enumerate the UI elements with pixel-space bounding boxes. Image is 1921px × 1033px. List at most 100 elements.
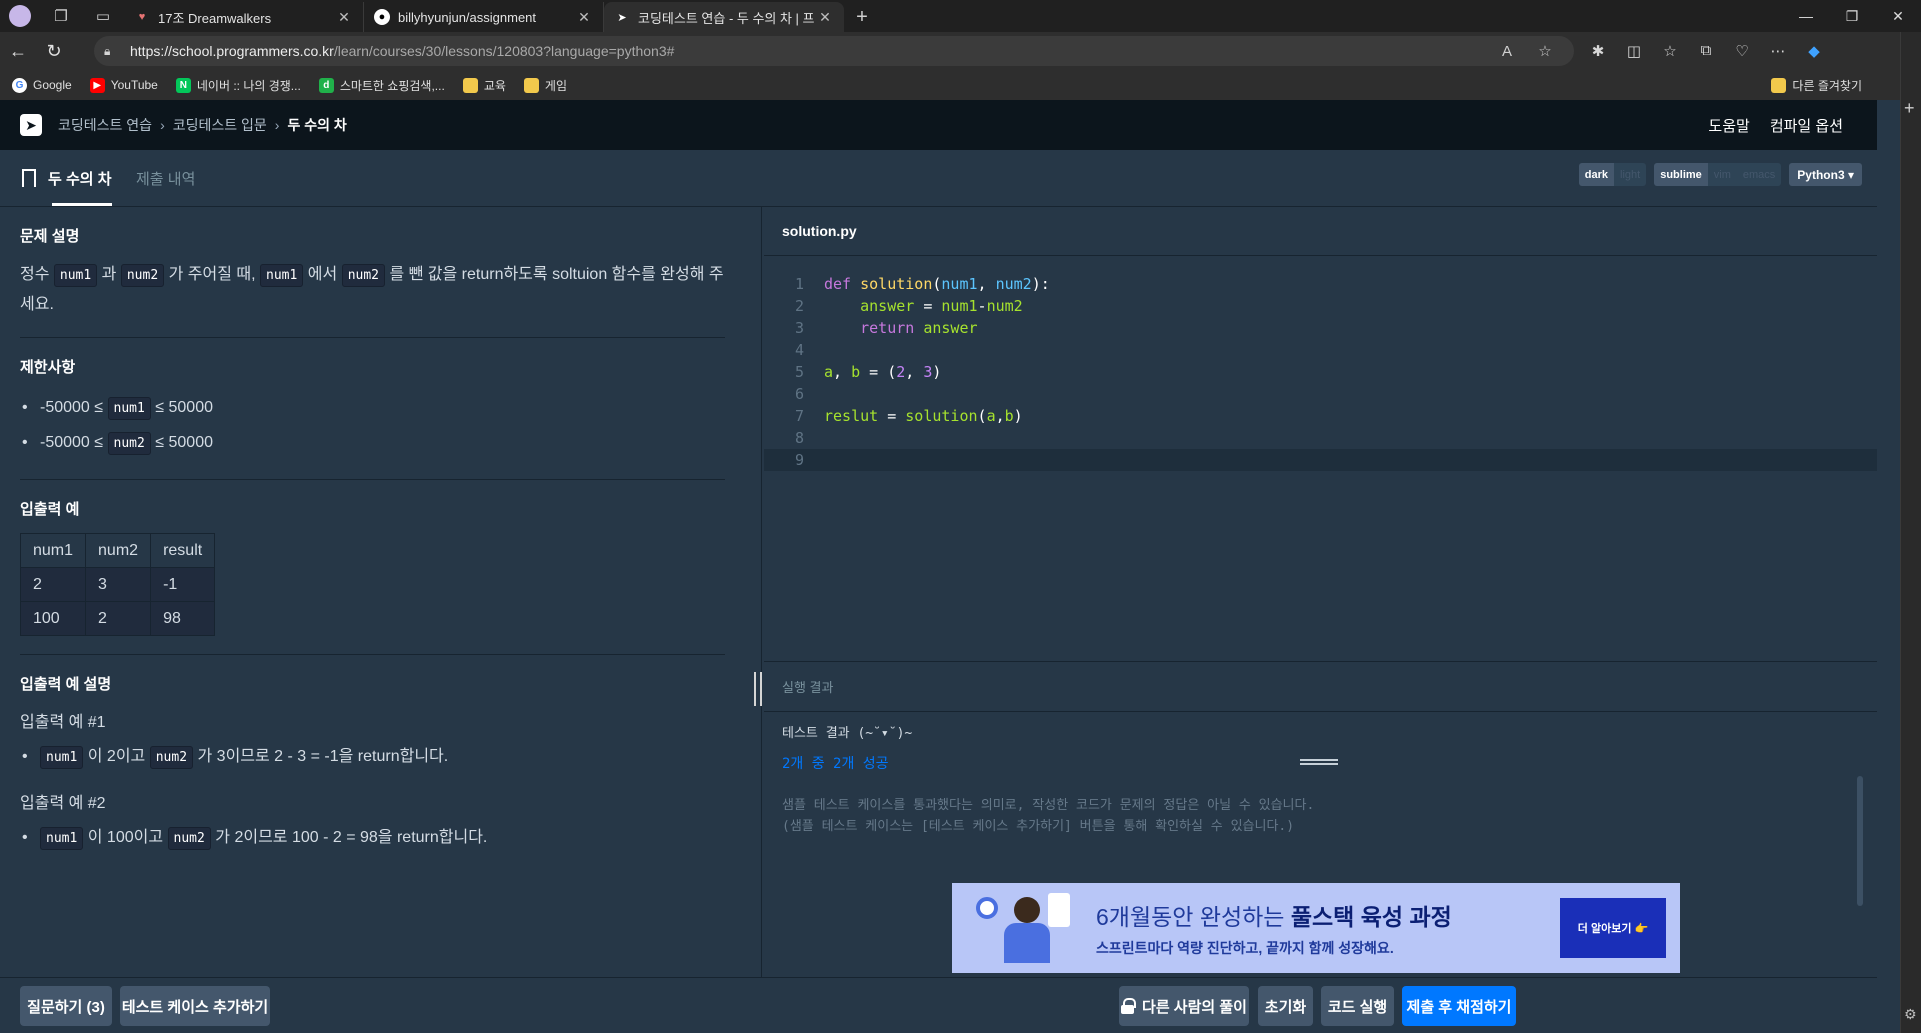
url-text[interactable]: https://school.programmers.co.kr/learn/c… bbox=[130, 43, 1488, 59]
bookmark-danawa[interactable]: d 스마트한 쇼핑검색,... bbox=[318, 77, 445, 94]
code-line[interactable]: 8 bbox=[764, 427, 1877, 449]
url-host: https://school.programmers.co.kr bbox=[130, 43, 334, 59]
programmers-logo[interactable]: ➤ bbox=[20, 114, 42, 136]
window-controls: — ❐ ✕ bbox=[1783, 0, 1921, 32]
theme-dark-button[interactable]: dark bbox=[1578, 163, 1615, 186]
refresh-icon[interactable]: ↻ bbox=[36, 36, 72, 66]
language-select[interactable]: Python3 ▾ bbox=[1789, 163, 1862, 186]
bookmark-youtube[interactable]: ▶ YouTube bbox=[89, 77, 158, 93]
ad-banner[interactable]: 6개월동안 완성하는 풀스택 육성 과정 스프린트마다 역량 진단하고, 끝까지… bbox=[952, 883, 1680, 973]
theme-light-button[interactable]: light bbox=[1614, 163, 1647, 186]
others-solutions-button[interactable]: 다른 사람의 풀이 bbox=[1119, 986, 1249, 1026]
restore-icon[interactable]: ❐ bbox=[1829, 0, 1875, 32]
read-aloud-icon[interactable]: A bbox=[1488, 43, 1526, 60]
close-icon[interactable]: ✕ bbox=[816, 9, 834, 26]
tab-label: 두 수의 차 bbox=[48, 170, 112, 188]
browser-essentials-icon[interactable]: ♡ bbox=[1724, 42, 1760, 60]
lock-icon[interactable]: 🔒︎ bbox=[104, 44, 122, 59]
tab-actions-icon[interactable]: ▭ bbox=[82, 0, 124, 32]
bookmark-folder-education[interactable]: 교육 bbox=[462, 77, 506, 94]
browser-tab-1[interactable]: ♥ 17조 Dreamwalkers ✕ bbox=[124, 2, 364, 32]
settings-gear-icon[interactable]: ⚙ bbox=[1904, 1006, 1917, 1023]
ask-question-button[interactable]: 질문하기 (3) bbox=[20, 986, 112, 1026]
code-editor[interactable]: 1 def solution(num1, num2): 2 answer = nu… bbox=[764, 257, 1877, 657]
inline-code: num2 bbox=[107, 432, 151, 455]
copilot-icon[interactable]: ◆ bbox=[1796, 42, 1832, 60]
tab-submissions[interactable]: 제출 내역 bbox=[136, 150, 195, 206]
line-number: 5 bbox=[794, 363, 804, 381]
bookmark-label: YouTube bbox=[110, 78, 158, 92]
bookmark-folder-game[interactable]: 게임 bbox=[523, 77, 567, 94]
minimize-icon[interactable]: — bbox=[1783, 0, 1829, 32]
run-code-button[interactable]: 코드 실행 bbox=[1321, 986, 1394, 1026]
add-sidebar-icon[interactable]: + bbox=[1904, 98, 1915, 119]
keymap-sublime-button[interactable]: sublime bbox=[1654, 163, 1708, 186]
youtube-icon: ▶ bbox=[89, 77, 105, 93]
bookmark-icon[interactable] bbox=[22, 169, 36, 187]
more-icon[interactable]: ⋯ bbox=[1760, 42, 1796, 60]
favorite-star-icon[interactable]: ☆ bbox=[1526, 42, 1564, 60]
bookmark-label: 게임 bbox=[544, 78, 567, 93]
text: 가 2이므로 100 - 2 = 98을 return합니다. bbox=[215, 829, 488, 846]
split-screen-icon[interactable]: ◫ bbox=[1616, 42, 1652, 60]
address-bar[interactable]: 🔒︎ https://school.programmers.co.kr/lear… bbox=[94, 36, 1574, 66]
code-line[interactable]: 5 a, b = (2, 3) bbox=[764, 361, 1877, 383]
code-text[interactable]: answer = num1-num2 bbox=[824, 295, 1023, 317]
table-cell: 3 bbox=[85, 567, 152, 602]
result-scrollbar[interactable] bbox=[1857, 776, 1863, 906]
close-icon[interactable]: ✕ bbox=[335, 9, 353, 26]
clipboard-icon bbox=[1048, 893, 1070, 927]
code-text[interactable]: return answer bbox=[824, 317, 977, 339]
compile-options-link[interactable]: 컴파일 옵션 bbox=[1770, 115, 1843, 136]
line-number: 9 bbox=[794, 451, 804, 469]
reset-button[interactable]: 초기화 bbox=[1258, 986, 1313, 1026]
line-number: 8 bbox=[794, 429, 804, 447]
ad-cta-button[interactable]: 더 알아보기 👉 bbox=[1560, 898, 1666, 958]
list-item: -50000 ≤ num1 ≤ 50000 bbox=[20, 391, 725, 426]
code-text[interactable]: def solution(num1, num2): bbox=[824, 273, 1050, 295]
browser-tab-3[interactable]: ➤ 코딩테스트 연습 - 두 수의 차 | 프 ✕ bbox=[604, 2, 844, 32]
close-icon[interactable]: ✕ bbox=[575, 9, 593, 26]
column-header: num1 bbox=[19, 533, 87, 568]
edge-sidebar: + ⚙ bbox=[1900, 32, 1921, 1033]
section-title: 문제 설명 bbox=[20, 228, 80, 245]
inline-code: num1 bbox=[53, 264, 98, 287]
bookmark-google[interactable]: G Google bbox=[12, 77, 72, 93]
code-line[interactable]: 4 bbox=[764, 339, 1877, 361]
browser-tab-2[interactable]: ● billyhyunjun/assignment ✕ bbox=[364, 2, 604, 32]
text: 가 주어질 때, bbox=[168, 266, 256, 283]
toolbar-icons: ✱ ◫ ☆ ⧉ ♡ ⋯ ◆ bbox=[1580, 42, 1832, 60]
favorites-icon[interactable]: ☆ bbox=[1652, 42, 1688, 60]
back-icon[interactable]: ← bbox=[0, 36, 36, 66]
keymap-vim-button[interactable]: vim bbox=[1707, 163, 1737, 186]
workspaces-icon[interactable]: ❐ bbox=[40, 0, 82, 32]
profile-button[interactable] bbox=[0, 0, 40, 32]
close-window-icon[interactable]: ✕ bbox=[1875, 0, 1921, 32]
code-text[interactable]: reslut = solution(a,b) bbox=[824, 405, 1023, 427]
text: ≤ 50000 bbox=[155, 434, 213, 451]
code-line-current[interactable]: 9 bbox=[764, 449, 1877, 471]
submit-button[interactable]: 제출 후 채점하기 bbox=[1402, 986, 1516, 1026]
new-tab-button[interactable]: + bbox=[844, 2, 880, 32]
bookmark-naver[interactable]: N 네이버 :: 나의 경쟁... bbox=[175, 77, 301, 94]
description-text: 정수 num1 과 num2 가 주어질 때, num1 에서 num2 를 뺀… bbox=[20, 260, 725, 319]
column-header: result bbox=[150, 533, 216, 568]
other-bookmarks[interactable]: 다른 즐겨찾기 bbox=[1771, 70, 1862, 100]
code-line[interactable]: 7 reslut = solution(a,b) bbox=[764, 405, 1877, 427]
help-link[interactable]: 도움말 bbox=[1708, 115, 1749, 136]
code-text[interactable]: a, b = (2, 3) bbox=[824, 361, 941, 383]
add-test-case-button[interactable]: 테스트 케이스 추가하기 bbox=[120, 986, 270, 1026]
extensions-icon[interactable]: ✱ bbox=[1580, 42, 1616, 60]
code-line[interactable]: 6 bbox=[764, 383, 1877, 405]
code-line[interactable]: 1 def solution(num1, num2): bbox=[764, 273, 1877, 295]
inline-code: num1 bbox=[40, 746, 84, 769]
breadcrumb-item[interactable]: 코딩테스트 연습 bbox=[58, 115, 152, 135]
result-note: 샘플 테스트 케이스를 통과했다는 의미로, 작성한 코드가 문제의 정답은 아… bbox=[782, 795, 1859, 837]
keymap-emacs-button[interactable]: emacs bbox=[1736, 163, 1782, 186]
collections-icon[interactable]: ⧉ bbox=[1688, 42, 1724, 60]
code-line[interactable]: 3 return answer bbox=[764, 317, 1877, 339]
tab-problem[interactable]: 두 수의 차 bbox=[22, 150, 112, 206]
breadcrumb-item[interactable]: 코딩테스트 입문 bbox=[173, 115, 267, 135]
code-line[interactable]: 2 answer = num1-num2 bbox=[764, 295, 1877, 317]
panel-splitter-handle[interactable] bbox=[754, 672, 762, 706]
